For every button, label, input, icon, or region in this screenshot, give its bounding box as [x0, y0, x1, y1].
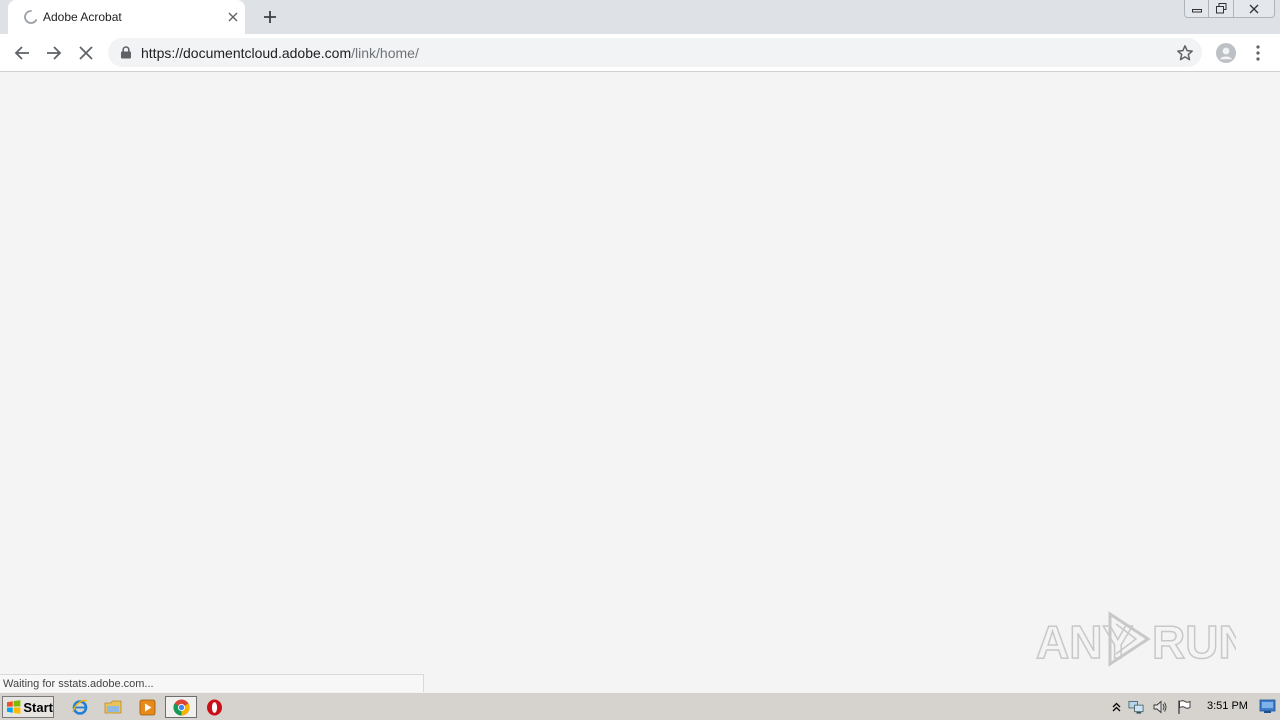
tab-title: Adobe Acrobat [43, 10, 122, 24]
taskbar-file-explorer[interactable] [99, 696, 127, 718]
close-icon [1249, 4, 1259, 13]
watermark-text-left: ANY [1036, 616, 1133, 668]
start-label: Start [23, 699, 53, 715]
show-hidden-icons-button[interactable] [1108, 699, 1124, 715]
tab-strip: Adobe Acrobat [0, 0, 1280, 34]
close-window-button[interactable] [1233, 0, 1275, 18]
stop-icon [79, 46, 93, 60]
windows-logo-icon [6, 700, 21, 714]
url-path: /link/home/ [351, 45, 419, 61]
avatar-icon [1216, 43, 1236, 63]
lock-icon[interactable] [120, 46, 132, 59]
stop-loading-button[interactable] [73, 40, 99, 66]
restore-icon [1215, 3, 1226, 14]
chrome-icon [173, 699, 189, 715]
taskbar-internet-explorer[interactable] [66, 696, 94, 718]
network-icon [1128, 700, 1144, 714]
minimize-button[interactable] [1184, 0, 1209, 18]
tray-action-center[interactable] [1176, 699, 1192, 715]
minimize-icon [1191, 8, 1202, 12]
status-bubble: Waiting for sstats.adobe.com... [0, 674, 424, 692]
anyrun-logo-icon: ANY RUN [1036, 611, 1236, 669]
browser-toolbar: https://documentcloud.adobe.com/link/hom… [0, 34, 1280, 72]
flag-icon [1178, 700, 1191, 714]
tab-close-icon[interactable] [225, 9, 241, 25]
profile-button[interactable] [1213, 40, 1239, 66]
arrow-right-icon [47, 46, 62, 60]
address-bar[interactable]: https://documentcloud.adobe.com/link/hom… [108, 38, 1202, 67]
arrow-left-icon [14, 46, 29, 60]
speaker-icon [1153, 700, 1167, 714]
new-tab-button[interactable] [258, 5, 282, 29]
tray-volume[interactable] [1152, 699, 1168, 715]
start-button[interactable]: Start [2, 696, 54, 718]
forward-button[interactable] [41, 40, 67, 66]
anyrun-watermark: ANY RUN [1036, 606, 1236, 672]
url-text[interactable]: https://documentcloud.adobe.com/link/hom… [141, 45, 419, 61]
page-content [0, 72, 1280, 692]
back-button[interactable] [9, 40, 35, 66]
internet-explorer-icon [72, 699, 88, 715]
tray-network[interactable] [1128, 699, 1144, 715]
chevron-up-icon [1112, 702, 1120, 712]
plus-icon [264, 11, 276, 23]
taskbar-clock[interactable]: 3:51 PM [1207, 700, 1248, 712]
url-host: https://documentcloud.adobe.com [141, 45, 352, 61]
menu-button[interactable] [1245, 40, 1271, 66]
more-vertical-icon [1256, 45, 1260, 61]
media-player-icon [139, 699, 155, 715]
watermark-text-right: RUN [1152, 616, 1236, 668]
restore-button[interactable] [1208, 0, 1234, 18]
bookmark-star-icon[interactable] [1176, 44, 1194, 62]
opera-icon [206, 699, 222, 715]
taskbar-media-player[interactable] [133, 696, 161, 718]
loading-spinner-icon [24, 10, 38, 24]
taskbar-opera[interactable] [200, 696, 228, 718]
folder-icon [104, 700, 122, 714]
windows-taskbar: Start 3:51 PM [0, 692, 1280, 720]
show-desktop-icon[interactable] [1259, 698, 1276, 714]
tab-adobe-acrobat[interactable]: Adobe Acrobat [8, 0, 245, 34]
taskbar-chrome[interactable] [165, 696, 197, 718]
system-tray: 3:51 PM [1106, 695, 1280, 719]
